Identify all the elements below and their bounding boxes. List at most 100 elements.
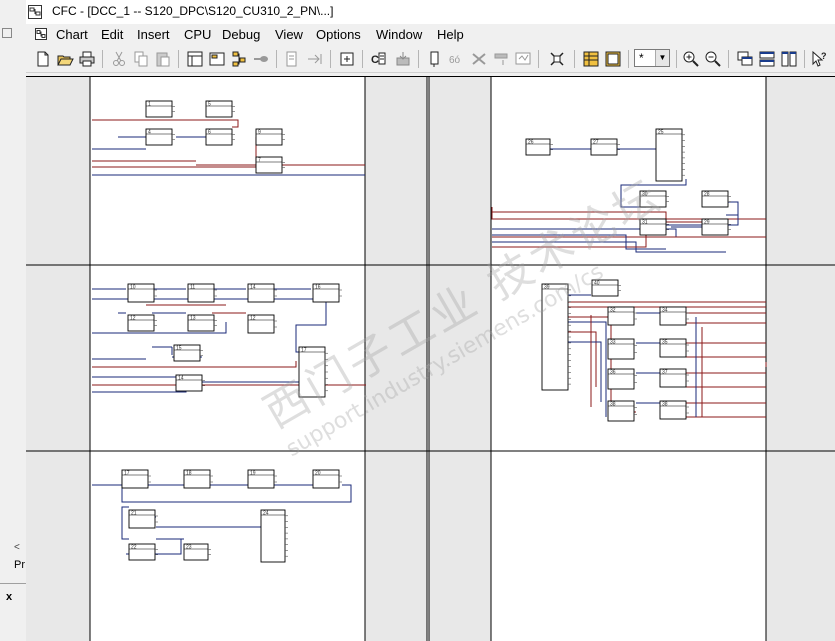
tile-horizontal-icon[interactable]: [758, 50, 776, 68]
insert-block-icon[interactable]: [306, 50, 324, 68]
cfc-window: CFC - [DCC_1 -- S120_DPC\S120_CU310_2_PN…: [26, 0, 835, 641]
block-number-label[interactable]: 27: [593, 140, 599, 146]
block-number-label[interactable]: 32: [610, 308, 616, 314]
menu-options[interactable]: Options: [316, 27, 361, 42]
block-number-label[interactable]: 39: [544, 285, 550, 291]
zoom-out-icon[interactable]: [704, 50, 722, 68]
block-3-8[interactable]: [298, 346, 326, 398]
block-number-label[interactable]: 15: [176, 346, 182, 352]
block-number-label[interactable]: 37: [662, 370, 668, 376]
block-number-label[interactable]: 14: [250, 285, 256, 291]
block-number-label[interactable]: 14: [178, 376, 184, 382]
menu-chart[interactable]: Chart: [56, 27, 88, 42]
block-number-label[interactable]: 36: [610, 370, 616, 376]
menu-edit[interactable]: Edit: [101, 27, 123, 42]
block-number-label[interactable]: 25: [658, 130, 664, 136]
catalog-icon[interactable]: [186, 50, 204, 68]
block-number-label[interactable]: 31: [642, 220, 648, 226]
block-number-label[interactable]: 38: [610, 402, 616, 408]
cfc-chart-canvas[interactable]: 1 5 4 6 9 7 26 27 25 30 28 31 29 10 11 14 16 12 13 12 15 17 14…: [26, 76, 835, 641]
block-number-label[interactable]: 18: [186, 471, 192, 477]
zoom-select-value: *: [639, 51, 644, 65]
chart-sheets-svg[interactable]: 1 54 6 9726 272530 2831 2910 11 14 1612 13 1215 1714…: [26, 77, 835, 641]
new-icon[interactable]: [34, 50, 52, 68]
block-number-label[interactable]: 12: [130, 316, 136, 322]
fit-icon[interactable]: [514, 50, 532, 68]
chart-ref-icon[interactable]: [492, 50, 510, 68]
block-number-label[interactable]: 5: [208, 102, 211, 108]
overview-icon[interactable]: [208, 50, 226, 68]
help-pointer-icon[interactable]: ?: [810, 50, 828, 68]
print-icon[interactable]: [78, 50, 96, 68]
window-title: CFC - [DCC_1 -- S120_DPC\S120_CU310_2_PN…: [52, 4, 334, 18]
menu-bar: Chart Edit Insert CPU Debug View Options…: [26, 24, 835, 46]
scroll-left-arrow-icon[interactable]: <: [14, 542, 20, 553]
menu-window[interactable]: Window: [376, 27, 422, 42]
block-number-label[interactable]: 21: [131, 511, 137, 517]
block-number-label[interactable]: 24: [263, 511, 269, 517]
panel-close-icon[interactable]: x: [6, 591, 12, 603]
watch-icon[interactable]: [426, 50, 444, 68]
block-number-label[interactable]: 12: [250, 316, 256, 322]
table-icon[interactable]: [582, 50, 600, 68]
test-mode-icon[interactable]: [394, 50, 412, 68]
block-number-label[interactable]: 38: [662, 402, 668, 408]
block-number-label[interactable]: 23: [186, 545, 192, 551]
block-number-label[interactable]: 20: [315, 471, 321, 477]
block-number-label[interactable]: 11: [190, 285, 195, 291]
block-number-label[interactable]: 34: [662, 308, 668, 314]
cut-icon[interactable]: [110, 50, 128, 68]
block-number-label[interactable]: 28: [704, 192, 710, 198]
menu-view[interactable]: View: [275, 27, 303, 42]
block-number-label[interactable]: 10: [130, 285, 136, 291]
block-number-label[interactable]: 17: [301, 348, 307, 354]
panel-label: Pr: [14, 559, 25, 571]
block-4-0[interactable]: [541, 283, 569, 391]
menu-debug[interactable]: Debug: [222, 27, 260, 42]
cascade-icon[interactable]: [736, 50, 754, 68]
block-number-label[interactable]: 22: [131, 545, 137, 551]
run-sequence-icon[interactable]: [284, 50, 302, 68]
connect-icon[interactable]: [252, 50, 270, 68]
paste-icon[interactable]: [154, 50, 172, 68]
block-number-label[interactable]: 40: [594, 281, 600, 287]
block-number-label[interactable]: 26: [528, 140, 534, 146]
block-number-label[interactable]: 9: [258, 130, 261, 136]
menu-cpu[interactable]: CPU: [184, 27, 211, 42]
wire: [492, 228, 726, 238]
zoom-in-icon[interactable]: [682, 50, 700, 68]
compile-icon[interactable]: [338, 50, 356, 68]
block-number-label[interactable]: 16: [315, 285, 321, 291]
block-5-5[interactable]: [260, 509, 286, 563]
block-number-label[interactable]: 13: [190, 316, 196, 322]
trace-icon[interactable]: [470, 50, 488, 68]
block-number-label[interactable]: 19: [250, 471, 256, 477]
zoom-select[interactable]: * ▼: [634, 49, 670, 67]
download-icon[interactable]: C: [370, 50, 388, 68]
layout-icon[interactable]: [604, 50, 622, 68]
layout-fit-icon[interactable]: [548, 50, 566, 68]
stop-icon[interactable]: 6ó: [448, 50, 466, 68]
block-number-label[interactable]: 29: [704, 220, 710, 226]
block-number-label[interactable]: 35: [662, 340, 668, 346]
document-system-icon[interactable]: [34, 27, 48, 41]
block-number-label[interactable]: 1: [148, 102, 151, 108]
svg-text:?: ?: [821, 51, 827, 61]
open-icon[interactable]: [56, 50, 74, 68]
wire: [568, 331, 597, 387]
copy-icon[interactable]: [132, 50, 150, 68]
block-number-label[interactable]: 33: [610, 340, 616, 346]
chevron-down-icon[interactable]: ▼: [655, 50, 669, 66]
wire: [92, 361, 297, 368]
sheet-view-icon[interactable]: [230, 50, 248, 68]
block-number-label[interactable]: 7: [258, 158, 261, 164]
block-number-label[interactable]: 6: [208, 130, 211, 136]
menu-help[interactable]: Help: [437, 27, 464, 42]
block-2-2[interactable]: [655, 128, 683, 182]
wire: [491, 207, 766, 220]
block-number-label[interactable]: 4: [148, 130, 151, 136]
tile-vertical-icon[interactable]: [780, 50, 798, 68]
block-number-label[interactable]: 30: [642, 192, 648, 198]
menu-insert[interactable]: Insert: [137, 27, 170, 42]
block-number-label[interactable]: 17: [124, 471, 130, 477]
